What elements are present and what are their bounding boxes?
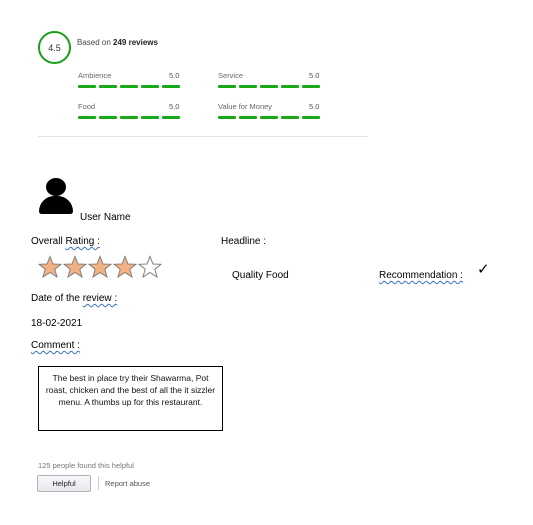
footer-separator <box>98 476 99 490</box>
overall-score-circle: 4.5 <box>38 31 71 64</box>
rating-bar-value <box>218 116 320 119</box>
category-score-ambience: 5.0 <box>169 71 180 80</box>
category-label-food: Food <box>78 102 96 111</box>
star-rating <box>38 255 162 279</box>
category-score-food: 5.0 <box>169 102 180 111</box>
rating-bar-food <box>78 116 180 119</box>
star-empty-icon <box>138 255 162 279</box>
rating-word: Rating : <box>65 236 100 247</box>
star-filled-icon <box>63 255 87 279</box>
rating-bar-service <box>218 85 320 88</box>
star-filled-icon <box>38 255 62 279</box>
based-on-label: Based on <box>77 38 114 47</box>
review-count-text: Based on 249 reviews <box>77 38 158 47</box>
category-label-service: Service <box>218 71 244 80</box>
headline-label: Headline : <box>221 236 267 247</box>
report-abuse-link[interactable]: Report abuse <box>105 479 150 488</box>
review-date: 18-02-2021 <box>31 318 83 329</box>
helpful-count: 125 people found this helpful <box>38 461 134 470</box>
category-score-value: 5.0 <box>309 102 320 111</box>
category-score-service: 5.0 <box>309 71 320 80</box>
recommendation-label: Recommendation : <box>379 270 463 281</box>
comment-box: The best in place try their Shawarma, Po… <box>38 366 223 431</box>
date-label: Date of the review : <box>31 293 117 304</box>
date-label-word: review : <box>82 293 118 304</box>
comment-label: Comment : <box>31 340 80 351</box>
overall-label: Overall <box>31 236 66 247</box>
recommendation-check-icon: ✓ <box>477 260 490 278</box>
section-divider <box>38 136 368 137</box>
star-filled-icon <box>88 255 112 279</box>
helpful-button[interactable]: Helpful <box>37 475 91 492</box>
category-label-value: Value for Money <box>218 102 273 111</box>
rating-bar-ambience <box>78 85 180 88</box>
date-label-text: Date of the <box>31 293 83 304</box>
comment-text: The best in place try their Shawarma, Po… <box>45 373 216 407</box>
headline-value: Quality Food <box>232 270 289 281</box>
review-count: 249 reviews <box>113 38 158 47</box>
user-name: User Name <box>80 212 131 223</box>
category-label-ambience: Ambience <box>78 71 112 80</box>
overall-score: 4.5 <box>48 42 61 53</box>
star-filled-icon <box>113 255 137 279</box>
overall-rating-label: Overall Rating : <box>31 236 100 247</box>
